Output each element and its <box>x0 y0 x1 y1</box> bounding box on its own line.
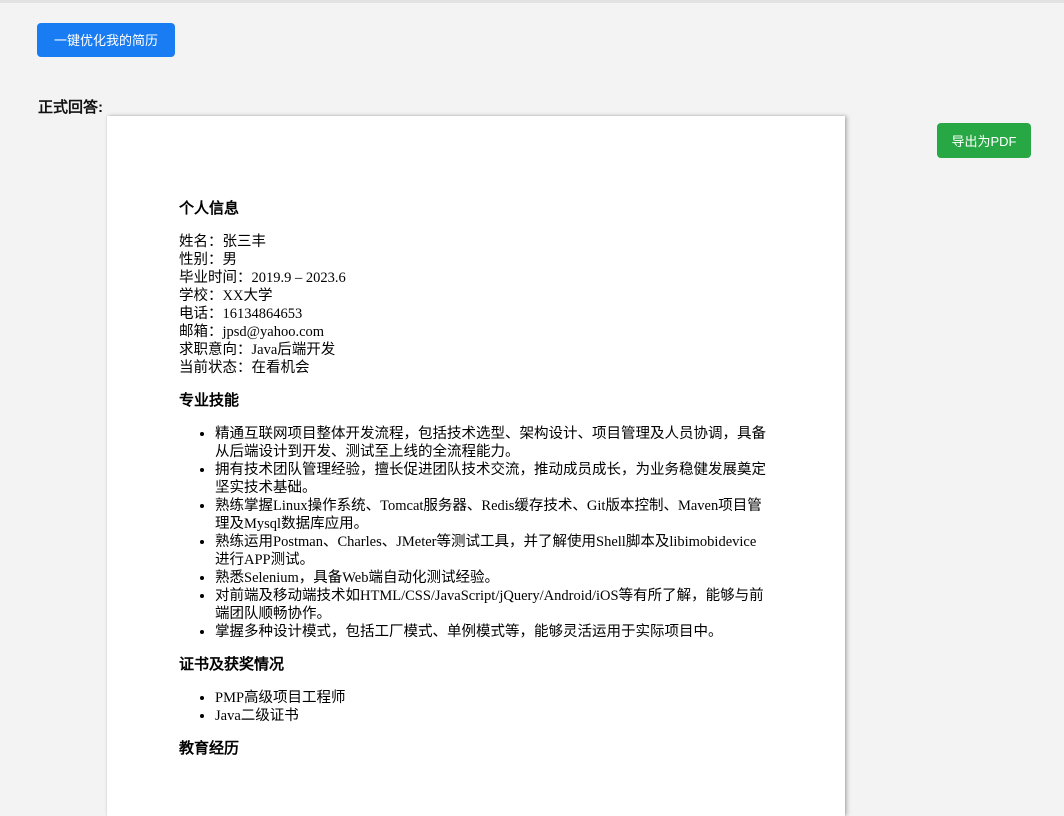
resume-document: 个人信息 姓名：张三丰 性别：男 毕业时间：2019.9 – 2023.6 学校… <box>107 116 845 816</box>
info-email: 邮箱：jpsd@yahoo.com <box>179 324 325 340</box>
info-school: 学校：XX大学 <box>179 288 273 304</box>
export-pdf-button[interactable]: 导出为PDF <box>937 123 1031 158</box>
list-item: 精通互联网项目整体开发流程，包括技术选型、架构设计、项目管理及人员协调，具备从后… <box>215 425 770 461</box>
answer-label: 正式回答: <box>38 99 103 116</box>
certificates-list: PMP高级项目工程师 Java二级证书 <box>179 689 779 725</box>
personal-info-block: 姓名：张三丰 性别：男 毕业时间：2019.9 – 2023.6 学校：XX大学… <box>179 233 779 377</box>
certificates-heading: 证书及获奖情况 <box>179 657 285 673</box>
resume-content: 个人信息 姓名：张三丰 性别：男 毕业时间：2019.9 – 2023.6 学校… <box>179 200 779 773</box>
list-item: 对前端及移动端技术如HTML/CSS/JavaScript/jQuery/And… <box>215 587 770 623</box>
education-heading: 教育经历 <box>179 741 240 757</box>
info-status: 当前状态：在看机会 <box>179 360 310 376</box>
info-graduation: 毕业时间：2019.9 – 2023.6 <box>179 270 346 286</box>
info-phone: 电话：16134864653 <box>179 306 303 322</box>
skills-list: 精通互联网项目整体开发流程，包括技术选型、架构设计、项目管理及人员协调，具备从后… <box>179 425 779 641</box>
personal-info-heading: 个人信息 <box>179 201 240 217</box>
skills-heading: 专业技能 <box>179 393 240 409</box>
list-item: Java二级证书 <box>215 707 770 725</box>
list-item: 拥有技术团队管理经验，擅长促进团队技术交流，推动成员成长，为业务稳健发展奠定坚实… <box>215 461 770 497</box>
info-job-intention: 求职意向：Java后端开发 <box>179 342 336 358</box>
list-item: 熟练运用Postman、Charles、JMeter等测试工具，并了解使用She… <box>215 533 770 569</box>
info-gender: 性别：男 <box>179 252 237 268</box>
top-divider <box>0 0 1064 3</box>
optimize-resume-button[interactable]: 一键优化我的简历 <box>37 23 175 57</box>
list-item: PMP高级项目工程师 <box>215 689 770 707</box>
list-item: 熟悉Selenium，具备Web端自动化测试经验。 <box>215 569 770 587</box>
list-item: 掌握多种设计模式，包括工厂模式、单例模式等，能够灵活运用于实际项目中。 <box>215 623 770 641</box>
info-name: 姓名：张三丰 <box>179 234 266 250</box>
list-item: 熟练掌握Linux操作系统、Tomcat服务器、Redis缓存技术、Git版本控… <box>215 497 770 533</box>
